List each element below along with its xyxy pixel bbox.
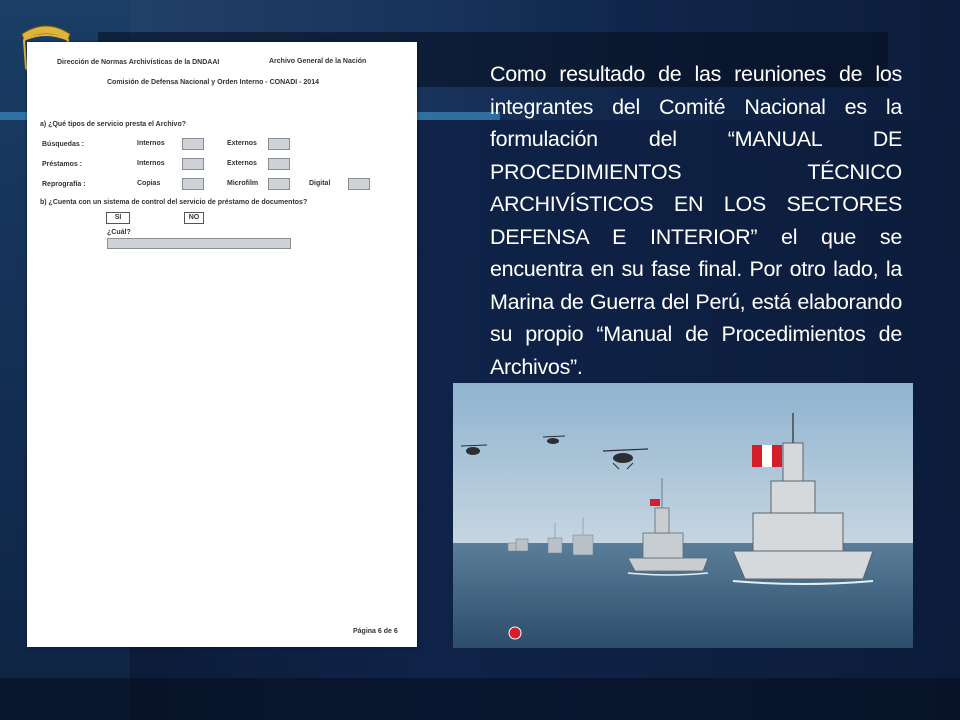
doc-row-option: Digital [309,180,331,187]
scanned-document: Dirección de Normas Archivísticas de la … [27,42,417,647]
doc-no-option: NO [184,212,204,224]
slide: Dirección de Normas Archivísticas de la … [0,0,960,720]
doc-question-a: a) ¿Qué tipos de servicio presta el Arch… [40,121,187,128]
doc-yes-option: SI [106,212,130,224]
doc-row-option: Microfilm [227,180,259,187]
doc-checkbox [268,138,290,150]
doc-question-b: b) ¿Cuenta con un sistema de control del… [40,199,308,206]
doc-header-right: Archivo General de la Nación [269,58,367,65]
bottom-bar [0,678,960,720]
doc-row-label: Préstamos : [42,161,83,168]
doc-row-option: Internos [137,160,165,167]
doc-row-option: Copias [137,180,161,187]
doc-which-field [107,238,291,249]
doc-header-left: Dirección de Normas Archivísticas de la … [57,59,220,66]
doc-row-option: Externos [227,160,257,167]
doc-checkbox [182,158,204,170]
doc-row-label: Búsquedas : [42,141,85,148]
doc-checkbox [348,178,370,190]
naval-fleet-photo [453,383,913,648]
doc-page-number: Página 6 de 6 [353,628,398,635]
doc-checkbox [268,178,290,190]
doc-checkbox [182,178,204,190]
doc-checkbox [182,138,204,150]
doc-row-option: Internos [137,140,165,147]
doc-which-label: ¿Cuál? [107,229,131,236]
doc-row-option: Externos [227,140,257,147]
doc-checkbox [268,158,290,170]
body-paragraph: Como resultado de las reuniones de los i… [490,62,902,379]
doc-subtitle: Comisión de Defensa Nacional y Orden Int… [107,79,319,86]
doc-row-label: Reprografía : [42,181,86,188]
